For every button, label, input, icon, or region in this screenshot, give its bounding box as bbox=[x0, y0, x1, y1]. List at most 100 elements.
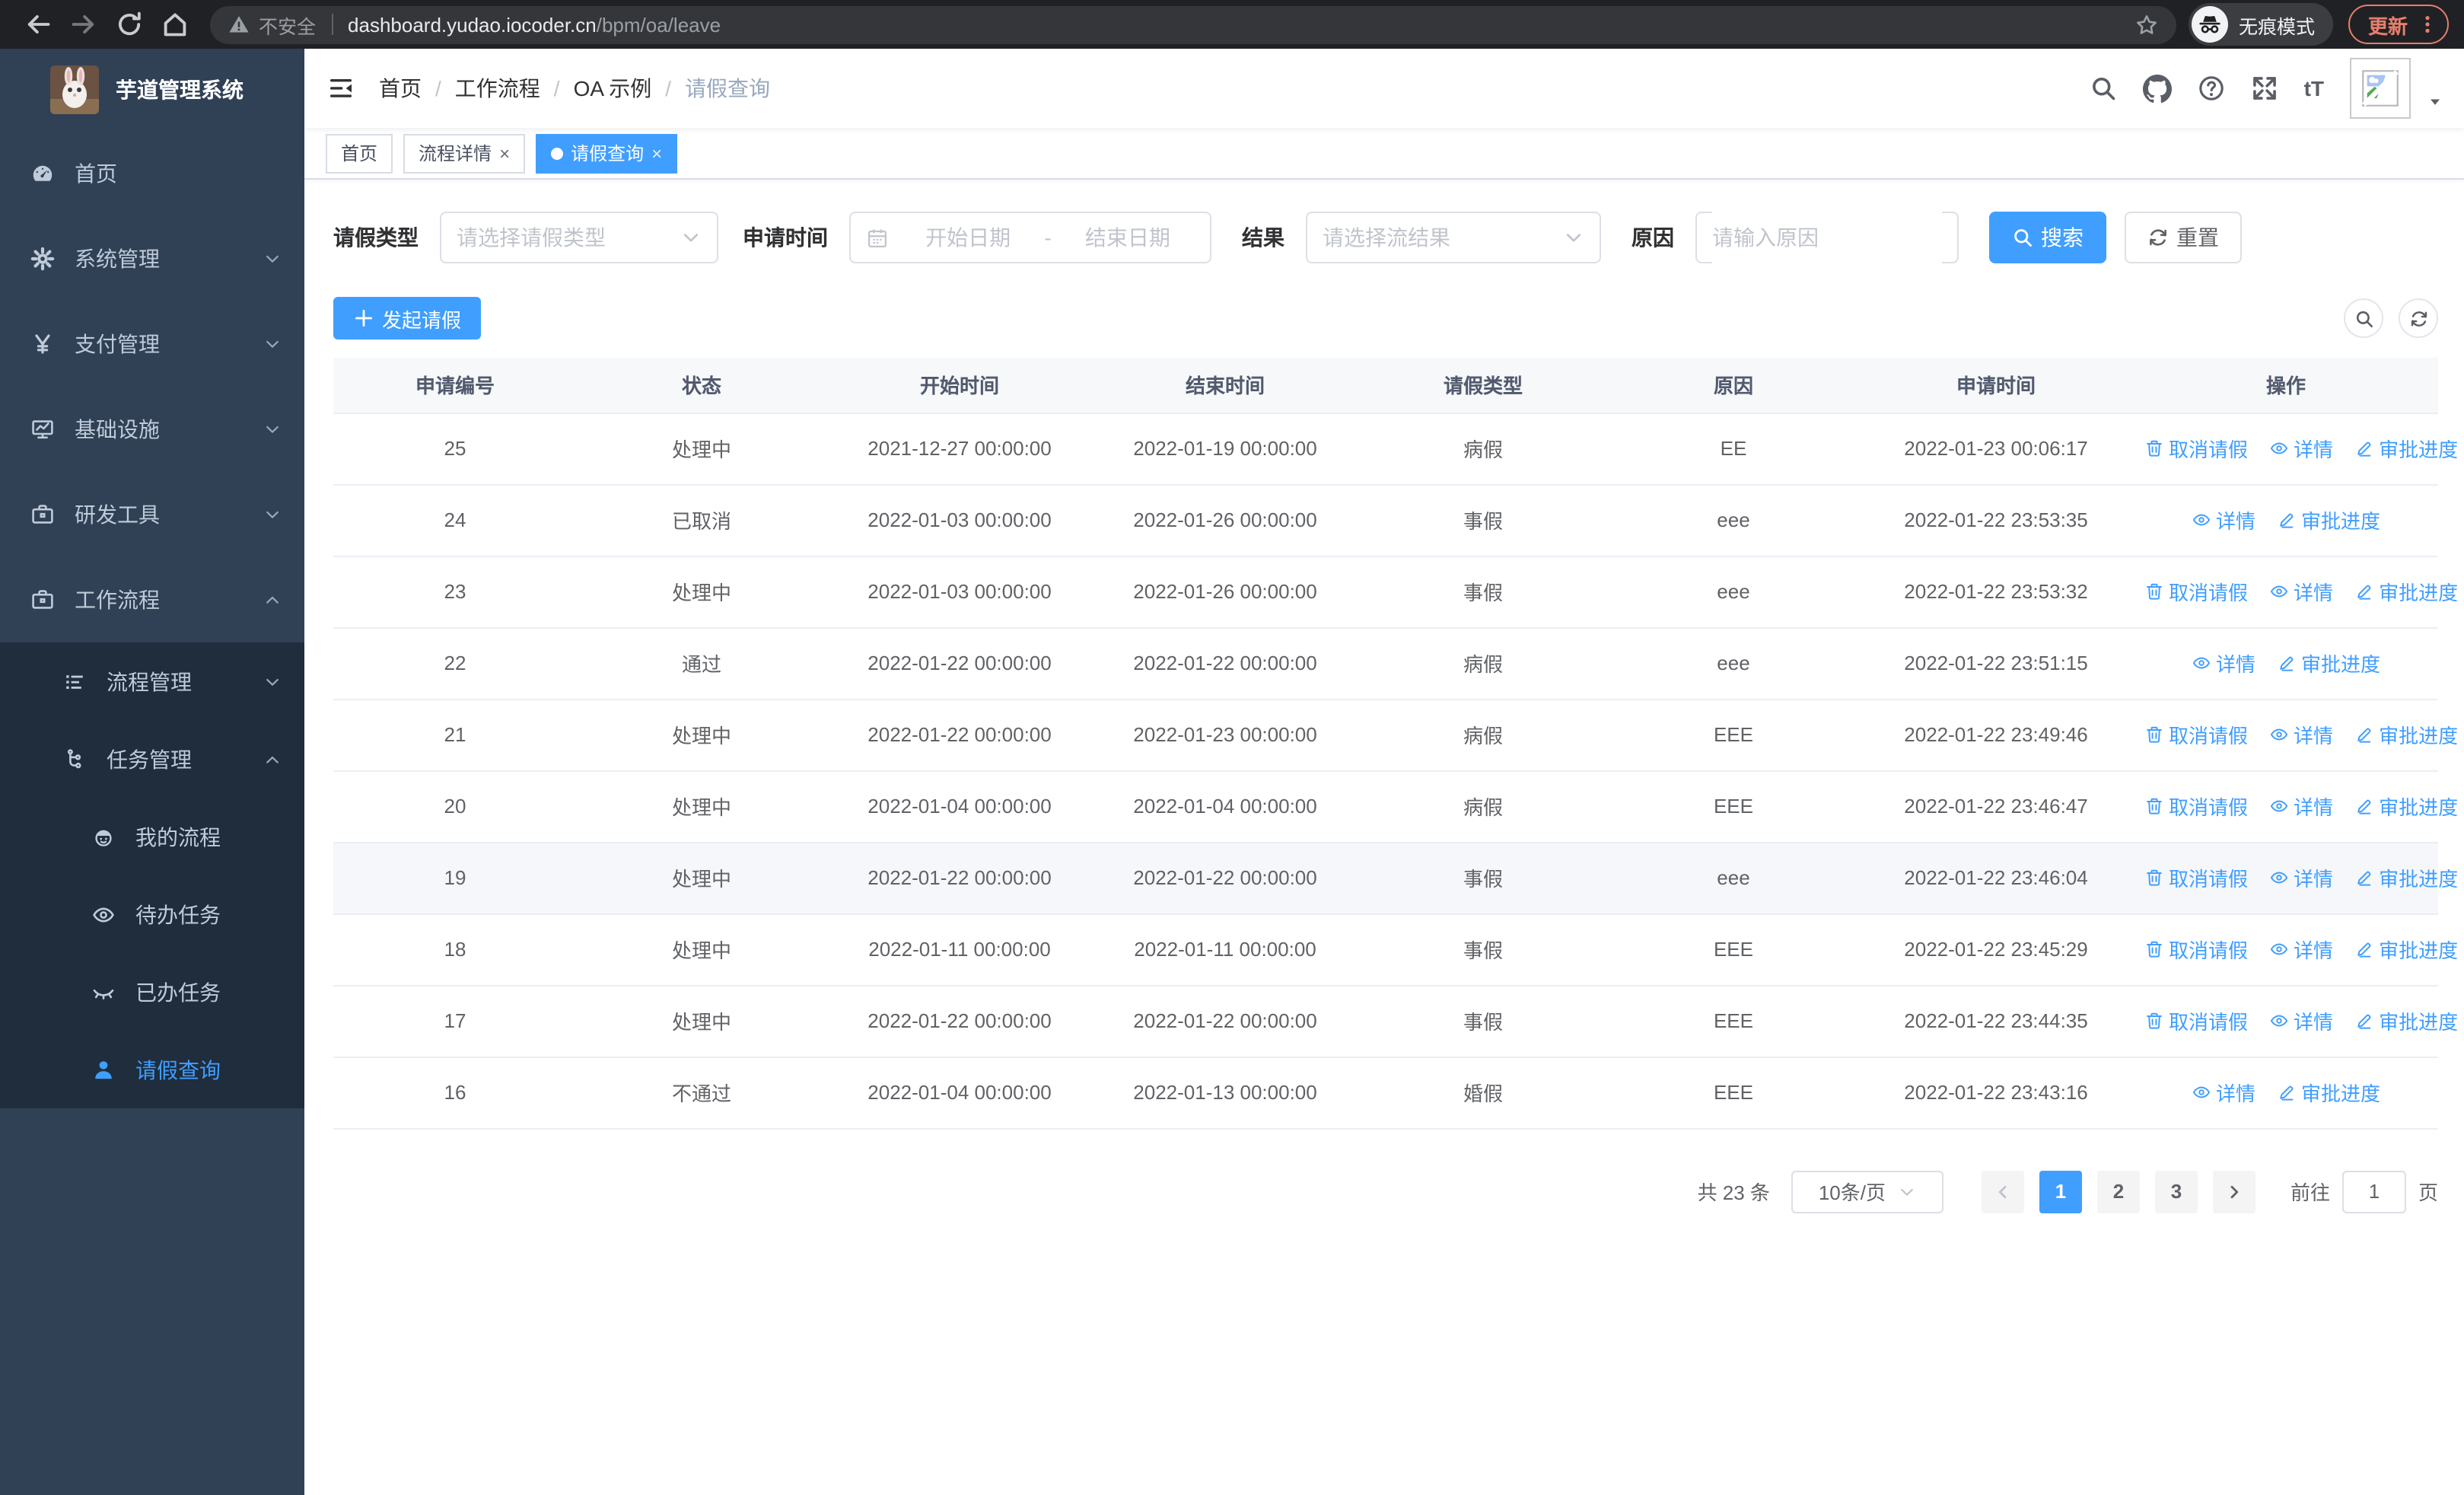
progress-action-link[interactable]: 审批进度 bbox=[2277, 649, 2380, 677]
sidebar-collapse-icon[interactable] bbox=[327, 76, 355, 100]
bookmark-star-icon[interactable] bbox=[2135, 13, 2158, 36]
detail-action-link[interactable]: 详情 bbox=[2269, 434, 2333, 463]
next-page-button[interactable] bbox=[2212, 1170, 2255, 1213]
breadcrumb-item[interactable]: OA 示例 bbox=[574, 73, 652, 104]
detail-action-link[interactable]: 详情 bbox=[2269, 935, 2333, 964]
progress-action-link[interactable]: 审批进度 bbox=[2354, 863, 2458, 892]
create-leave-button[interactable]: 发起请假 bbox=[333, 297, 482, 339]
browser-reload-icon[interactable] bbox=[116, 11, 143, 38]
trash-icon bbox=[2144, 725, 2164, 744]
tab-首页[interactable]: 首页 bbox=[326, 133, 393, 173]
page-button-3[interactable]: 3 bbox=[2154, 1170, 2198, 1213]
progress-action-link[interactable]: 审批进度 bbox=[2277, 505, 2380, 534]
refresh-table-button[interactable] bbox=[2399, 298, 2438, 338]
page-button-1[interactable]: 1 bbox=[2039, 1170, 2082, 1213]
avatar[interactable] bbox=[2350, 58, 2411, 119]
tab-请假查询[interactable]: 请假查询 × bbox=[536, 133, 678, 173]
action-label: 详情 bbox=[2294, 868, 2334, 891]
progress-action-link[interactable]: 审批进度 bbox=[2354, 935, 2458, 964]
cell-status: 不通过 bbox=[577, 1057, 826, 1129]
reason-input[interactable] bbox=[1712, 212, 1942, 263]
cancel-action-link[interactable]: 取消请假 bbox=[2144, 720, 2248, 749]
pen-icon bbox=[2354, 939, 2374, 959]
breadcrumb-item[interactable]: 首页 bbox=[379, 73, 422, 104]
help-icon[interactable] bbox=[2198, 75, 2225, 102]
detail-action-link[interactable]: 详情 bbox=[2269, 720, 2333, 749]
progress-action-link[interactable]: 审批进度 bbox=[2354, 1006, 2458, 1035]
result-label: 结果 bbox=[1242, 225, 1285, 250]
update-label[interactable]: 更新 bbox=[2368, 10, 2408, 39]
cell-start: 2022-01-03 00:00:00 bbox=[826, 484, 1093, 556]
tab-流程详情[interactable]: 流程详情 × bbox=[403, 133, 526, 173]
cell-actions: 取消请假 详情 审批进度 bbox=[2134, 699, 2458, 771]
sidebar-item-home[interactable]: 首页 bbox=[0, 131, 304, 216]
cancel-action-link[interactable]: 取消请假 bbox=[2144, 935, 2248, 964]
jump-page-input[interactable] bbox=[2341, 1170, 2406, 1213]
leave-type-select[interactable]: 请选择请假类型 bbox=[440, 212, 718, 263]
sidebar-item-task-mgmt[interactable]: 任务管理 bbox=[0, 720, 304, 798]
prev-page-button[interactable] bbox=[1981, 1170, 2024, 1213]
sidebar-item-process-mgmt[interactable]: 流程管理 bbox=[0, 642, 304, 720]
browser-forward-icon[interactable] bbox=[70, 11, 97, 38]
cell-type: 病假 bbox=[1358, 413, 1609, 485]
detail-action-link[interactable]: 详情 bbox=[2192, 649, 2255, 677]
sidebar-item-done-task[interactable]: 已办任务 bbox=[0, 953, 304, 1031]
url-bar[interactable]: 不安全 dashboard.yudao.iocoder.cn /bpm/oa/l… bbox=[210, 5, 2176, 43]
search-button[interactable]: 搜索 bbox=[1989, 212, 2106, 263]
progress-action-link[interactable]: 审批进度 bbox=[2354, 720, 2458, 749]
detail-action-link[interactable]: 详情 bbox=[2269, 863, 2333, 892]
cancel-action-link[interactable]: 取消请假 bbox=[2144, 863, 2248, 892]
detail-action-link[interactable]: 详情 bbox=[2192, 505, 2255, 534]
cancel-action-link[interactable]: 取消请假 bbox=[2144, 1006, 2248, 1035]
font-size-icon[interactable]: tT bbox=[2304, 76, 2324, 100]
detail-action-link[interactable]: 详情 bbox=[2269, 1006, 2333, 1035]
sidebar-item-my-process[interactable]: 我的流程 bbox=[0, 798, 304, 875]
sidebar-item-todo-task[interactable]: 待办任务 bbox=[0, 875, 304, 953]
page-button-2[interactable]: 2 bbox=[2096, 1170, 2140, 1213]
cell-id: 16 bbox=[333, 1057, 577, 1129]
browser-home-icon[interactable] bbox=[161, 11, 189, 38]
avatar-caret-icon[interactable] bbox=[2427, 94, 2443, 110]
detail-action-link[interactable]: 详情 bbox=[2269, 792, 2333, 821]
app-logo-row[interactable]: 芋道管理系统 bbox=[0, 49, 304, 131]
detail-action-link[interactable]: 详情 bbox=[2192, 1078, 2255, 1107]
cell-end: 2022-01-26 00:00:00 bbox=[1093, 556, 1358, 628]
progress-action-link[interactable]: 审批进度 bbox=[2354, 434, 2458, 463]
sidebar-item-system[interactable]: 系统管理 bbox=[0, 216, 304, 301]
pen-icon bbox=[2277, 653, 2297, 673]
tab-close-icon[interactable]: × bbox=[499, 144, 510, 162]
cell-type: 事假 bbox=[1358, 985, 1609, 1057]
sidebar-item-workflow[interactable]: 工作流程 bbox=[0, 557, 304, 642]
page-size-select[interactable]: 10条/页 bbox=[1791, 1170, 1944, 1213]
sidebar-item-leave-query[interactable]: 请假查询 bbox=[0, 1031, 304, 1108]
search-icon[interactable] bbox=[2090, 75, 2117, 102]
sidebar-item-payment[interactable]: 支付管理 bbox=[0, 301, 304, 387]
github-icon[interactable] bbox=[2142, 74, 2172, 103]
browser-back-icon[interactable] bbox=[24, 11, 52, 38]
cancel-action-link[interactable]: 取消请假 bbox=[2144, 577, 2248, 606]
progress-action-link[interactable]: 审批进度 bbox=[2354, 792, 2458, 821]
reset-button[interactable]: 重置 bbox=[2125, 212, 2242, 263]
browser-menu-icon[interactable] bbox=[2417, 14, 2438, 35]
cancel-action-link[interactable]: 取消请假 bbox=[2144, 434, 2248, 463]
not-secure-label[interactable]: 不安全 bbox=[259, 10, 316, 39]
browser-update-button[interactable]: 更新 bbox=[2348, 5, 2449, 44]
sidebar-item-devtools[interactable]: 研发工具 bbox=[0, 472, 304, 557]
result-select[interactable]: 请选择流结果 bbox=[1306, 212, 1601, 263]
start-date-placeholder[interactable]: 开始日期 bbox=[901, 222, 1035, 253]
breadcrumb-item[interactable]: 工作流程 bbox=[455, 73, 540, 104]
toggle-search-button[interactable] bbox=[2344, 298, 2383, 338]
sidebar-item-infra[interactable]: 基础设施 bbox=[0, 387, 304, 472]
detail-action-link[interactable]: 详情 bbox=[2269, 577, 2333, 606]
fullscreen-icon[interactable] bbox=[2251, 75, 2278, 102]
url-path[interactable]: /bpm/oa/leave bbox=[597, 13, 721, 36]
cancel-action-link[interactable]: 取消请假 bbox=[2144, 792, 2248, 821]
end-date-placeholder[interactable]: 结束日期 bbox=[1061, 222, 1195, 253]
tab-close-icon[interactable]: × bbox=[651, 144, 662, 162]
apply-time-range-picker[interactable]: 开始日期 - 结束日期 bbox=[849, 212, 1211, 263]
progress-action-link[interactable]: 审批进度 bbox=[2277, 1078, 2380, 1107]
not-secure-warning-icon[interactable] bbox=[228, 14, 250, 35]
url-host[interactable]: dashboard.yudao.iocoder.cn bbox=[348, 13, 597, 36]
action-label: 详情 bbox=[2294, 939, 2334, 962]
progress-action-link[interactable]: 审批进度 bbox=[2354, 577, 2458, 606]
